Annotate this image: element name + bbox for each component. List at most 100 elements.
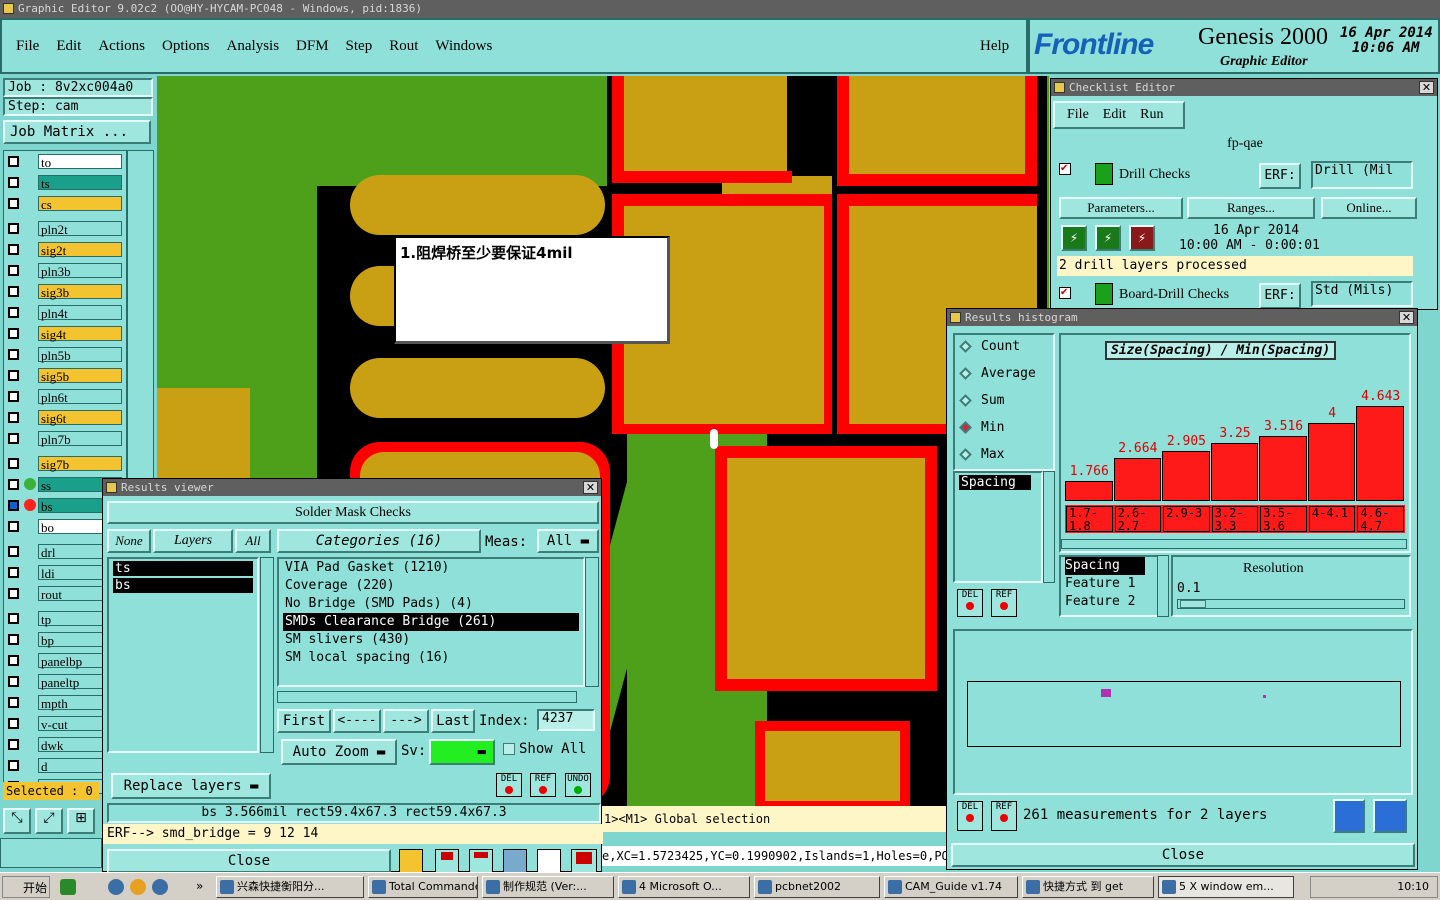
erf-value-2[interactable]: Std (Mils): [1311, 281, 1413, 307]
layer-checkbox[interactable]: [8, 391, 19, 402]
hist-del-icon[interactable]: DEL: [957, 589, 983, 617]
ie-icon[interactable]: [108, 879, 124, 895]
layer-checkbox[interactable]: [8, 307, 19, 318]
layer-checkbox[interactable]: [8, 244, 19, 255]
run-all-icon[interactable]: ⚡: [1095, 225, 1121, 251]
category-hscrollbar[interactable]: [277, 691, 577, 703]
result-layer-item[interactable]: bs: [113, 578, 253, 593]
category-item[interactable]: VIA Pad Gasket (1210): [283, 559, 579, 577]
layer-row-pln3b[interactable]: pln3b: [4, 263, 122, 279]
layer-affected-icon[interactable]: [24, 478, 36, 490]
feature-item-spacing[interactable]: Spacing: [1065, 557, 1145, 575]
layer-row-sig7b[interactable]: sig7b: [4, 456, 122, 472]
layer-checkbox[interactable]: [8, 328, 19, 339]
histogram-bar[interactable]: [1210, 442, 1259, 501]
layer-checkbox[interactable]: [8, 156, 19, 167]
layer-checkbox[interactable]: [8, 718, 19, 729]
report-icon[interactable]: [1333, 799, 1365, 833]
layer-checkbox[interactable]: [8, 479, 19, 490]
layer-name[interactable]: pln5b: [38, 347, 122, 363]
erf-button-2[interactable]: ERF:: [1259, 283, 1301, 309]
quicklaunch-more-icon[interactable]: »: [196, 879, 203, 893]
result-layer-item[interactable]: ts: [113, 561, 253, 576]
variable-scrollbar[interactable]: [1043, 471, 1055, 583]
layer-name[interactable]: ts: [38, 175, 122, 191]
layer-checkbox[interactable]: [8, 521, 19, 532]
layer-row-sig4t[interactable]: sig4t: [4, 326, 122, 342]
layer-checkbox[interactable]: [8, 697, 19, 708]
layer-name[interactable]: sig4t: [38, 326, 122, 342]
export-icon[interactable]: [1373, 799, 1407, 833]
meas-dropdown[interactable]: All ▬: [537, 529, 599, 553]
menu-analysis[interactable]: Analysis: [227, 38, 280, 54]
histogram-bar[interactable]: [1356, 406, 1404, 501]
layer-list-scrollbar[interactable]: [260, 557, 274, 753]
erf-button[interactable]: ERF:: [1259, 163, 1301, 189]
undo-icon[interactable]: UNDO: [565, 773, 591, 797]
layer-result-list[interactable]: ts bs: [107, 557, 259, 753]
layer-checkbox[interactable]: [8, 760, 19, 771]
toolbar-icon-3[interactable]: [469, 849, 493, 873]
drill-checks-checkbox[interactable]: ✔: [1059, 163, 1071, 175]
layer-checkbox[interactable]: [8, 265, 19, 276]
show-all-checkbox[interactable]: [503, 743, 515, 755]
variable-list[interactable]: Spacing: [953, 471, 1043, 583]
layer-row-sig3b[interactable]: sig3b: [4, 284, 122, 300]
menu-rout[interactable]: Rout: [389, 38, 418, 54]
layer-checkbox[interactable]: [8, 546, 19, 557]
quicklaunch-icon-1[interactable]: [60, 879, 76, 895]
toolbar-icon-2[interactable]: [435, 849, 459, 873]
layer-checkbox[interactable]: [8, 458, 19, 469]
layer-row-pln4t[interactable]: pln4t: [4, 305, 122, 321]
layer-checkbox[interactable]: [8, 567, 19, 578]
close-icon[interactable]: ✕: [1399, 311, 1414, 324]
layer-checkbox[interactable]: [8, 588, 19, 599]
layer-checkbox[interactable]: [8, 198, 19, 209]
quicklaunch-icon-2[interactable]: [130, 879, 146, 895]
chart-icon[interactable]: [571, 849, 597, 873]
layer-row-pln2t[interactable]: pln2t: [4, 221, 122, 237]
layer-checkbox[interactable]: [8, 286, 19, 297]
next-button[interactable]: --->: [383, 709, 429, 733]
layer-checkbox[interactable]: [8, 433, 19, 444]
resolution-slider[interactable]: [1177, 599, 1405, 609]
layer-name[interactable]: to: [38, 154, 122, 170]
menu-help[interactable]: Help: [980, 38, 1009, 55]
results-viewer-close-button[interactable]: Close: [107, 849, 391, 873]
histogram-bar[interactable]: [1113, 457, 1162, 501]
last-button[interactable]: Last: [431, 709, 475, 733]
close-icon[interactable]: ✕: [583, 481, 598, 494]
histogram-bar[interactable]: [1259, 435, 1307, 501]
zoom-fit-icon[interactable]: ⤡: [3, 808, 31, 834]
feature-item-2[interactable]: Feature 2: [1065, 593, 1157, 611]
layer-checkbox[interactable]: [8, 349, 19, 360]
menu-actions[interactable]: Actions: [98, 38, 145, 54]
checklist-menu-run[interactable]: Run: [1140, 107, 1163, 122]
layer-checkbox[interactable]: [8, 676, 19, 687]
feature-item-1[interactable]: Feature 1: [1065, 575, 1157, 593]
chart-hscrollbar[interactable]: [1061, 539, 1407, 549]
preview-ref-icon[interactable]: REF: [991, 801, 1017, 831]
layer-name[interactable]: sig7b: [38, 456, 122, 472]
categories-button[interactable]: Categories (16): [277, 529, 481, 553]
start-button[interactable]: 开始: [2, 876, 50, 898]
category-item[interactable]: No Bridge (SMD Pads) (4): [283, 595, 579, 613]
close-icon[interactable]: ✕: [1419, 81, 1434, 94]
layer-checkbox[interactable]: [8, 739, 19, 750]
ref-icon[interactable]: REF: [530, 773, 556, 797]
histogram-bar[interactable]: [1162, 451, 1210, 501]
online-button[interactable]: Online...: [1321, 197, 1417, 219]
layer-checkbox[interactable]: [8, 370, 19, 381]
layers-button[interactable]: Layers: [153, 529, 233, 553]
taskbar-item[interactable]: 5 X window em...: [1158, 876, 1294, 898]
taskbar-item[interactable]: 兴森快捷衡阳分...: [216, 876, 364, 898]
layer-name[interactable]: sig6t: [38, 410, 122, 426]
feature-scrollbar[interactable]: [1157, 555, 1169, 617]
measure-icon[interactable]: ⤢: [35, 808, 63, 834]
layer-row-pln5b[interactable]: pln5b: [4, 347, 122, 363]
drill-checks-label[interactable]: Drill Checks: [1119, 167, 1190, 183]
layer-row-ts[interactable]: ts: [4, 175, 122, 191]
layer-name[interactable]: pln3b: [38, 263, 122, 279]
layer-checkbox[interactable]: [8, 177, 19, 188]
taskbar-item[interactable]: CAM_Guide v1.74: [884, 876, 1018, 898]
